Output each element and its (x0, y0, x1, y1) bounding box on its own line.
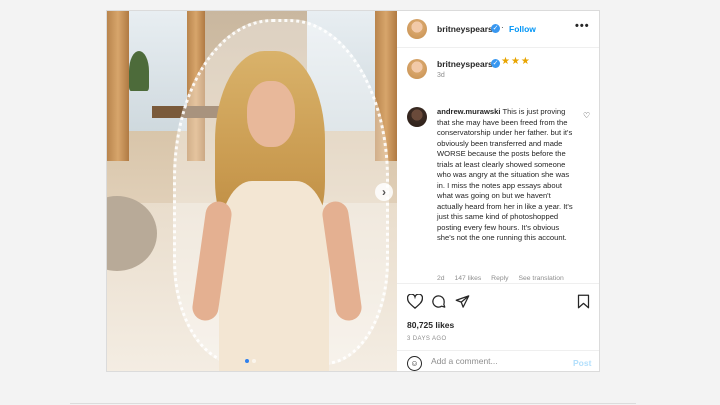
comment-input[interactable] (431, 356, 561, 366)
comments-section[interactable]: britneyspears ✓ ★★★ 3d andrew.murawski T… (397, 47, 599, 283)
likes-count[interactable]: 80,725 likes (407, 320, 454, 330)
emoji-icon[interactable]: ☺ (407, 356, 422, 371)
avatar[interactable] (407, 19, 427, 39)
post-actions: 80,725 likes 3 DAYS AGO ☺ Post (397, 283, 599, 371)
caption-text: ★★★ (501, 56, 531, 67)
heart-icon[interactable] (407, 294, 423, 309)
plant-decor (129, 51, 149, 91)
see-translation-link[interactable]: See translation (518, 275, 563, 282)
verified-badge-icon: ✓ (491, 59, 500, 68)
post-header: britneyspears ✓ · Follow ••• (397, 11, 599, 48)
comment-likes[interactable]: 147 likes (454, 275, 481, 282)
comment-body: andrew.murawski This is just proving tha… (437, 107, 577, 244)
comment-reply-button[interactable]: Reply (491, 275, 508, 282)
carousel-dots (245, 359, 256, 363)
comment-text: This is just proving that she may have b… (437, 107, 573, 242)
comment-time[interactable]: 2d (437, 275, 445, 282)
caption-time[interactable]: 3d (437, 72, 445, 79)
dress-decor (219, 181, 329, 371)
post-modal: › britneyspears ✓ · Follow ••• britneysp… (106, 10, 600, 372)
verified-badge-icon: ✓ (491, 24, 500, 33)
avatar[interactable] (407, 59, 427, 79)
comment-heart-icon[interactable]: ♡ (583, 111, 590, 120)
share-icon[interactable] (455, 294, 470, 309)
separator-dot: · (501, 23, 504, 32)
username-link[interactable]: britneyspears (437, 24, 493, 34)
divider (70, 403, 636, 404)
face-decor (247, 81, 295, 147)
comment-username[interactable]: andrew.murawski (437, 107, 500, 116)
post-date[interactable]: 3 DAYS AGO (407, 336, 447, 342)
carousel-dot (252, 359, 256, 363)
post-image[interactable]: › (107, 11, 397, 371)
caption-username[interactable]: britneyspears (437, 59, 493, 69)
commenter-avatar[interactable] (407, 107, 427, 127)
follow-button[interactable]: Follow (509, 24, 536, 34)
chevron-right-icon[interactable]: › (375, 183, 393, 201)
bookmark-icon[interactable] (577, 294, 590, 309)
post-comment-button[interactable]: Post (573, 358, 591, 368)
comment-meta: 2d 147 likes Reply See translation (437, 275, 572, 282)
carousel-dot-active (245, 359, 249, 363)
post-sidebar: britneyspears ✓ · Follow ••• britneyspea… (397, 11, 599, 371)
more-options-icon[interactable]: ••• (575, 20, 590, 32)
curtain-decor (107, 11, 129, 161)
comment-icon[interactable] (431, 294, 446, 309)
add-comment-bar: ☺ Post (397, 350, 599, 371)
